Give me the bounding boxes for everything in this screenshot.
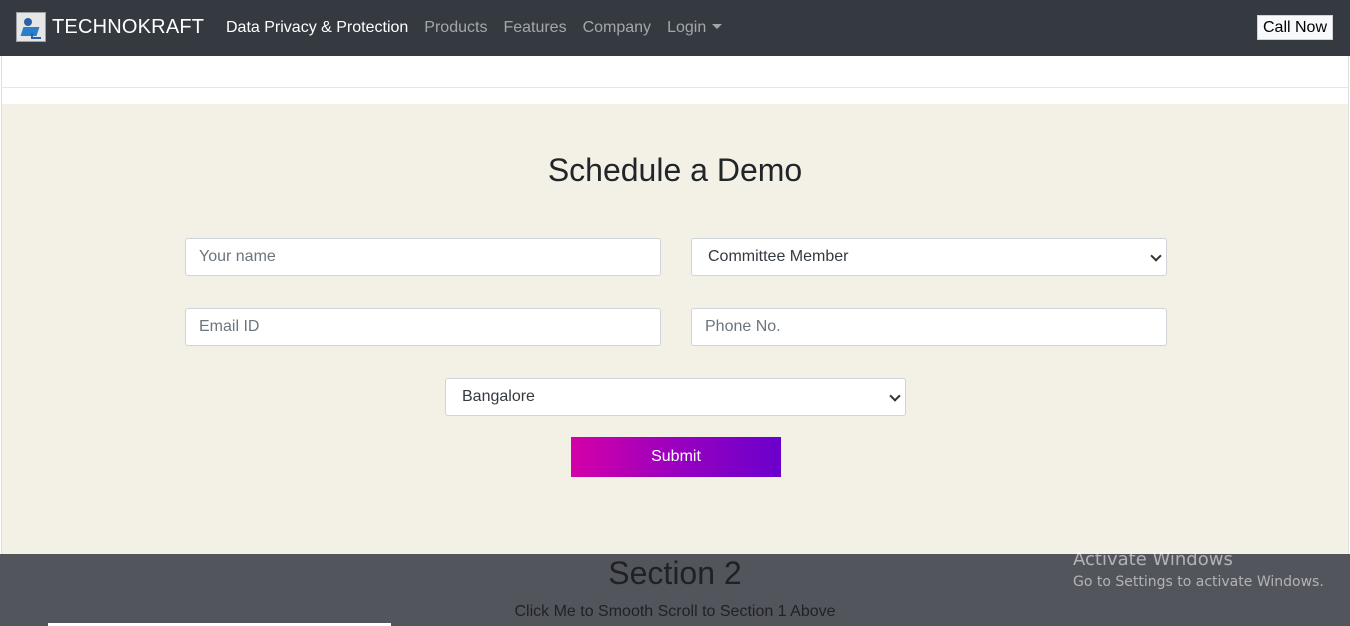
nav-link-company[interactable]: Company — [575, 19, 659, 37]
caret-down-icon — [712, 24, 723, 29]
phone-input[interactable] — [691, 308, 1167, 346]
chevron-down-icon — [1150, 250, 1162, 262]
demo-title: Schedule a Demo — [547, 152, 803, 188]
empty-row-bottom — [1, 88, 1349, 104]
role-select-value: Committee Member — [708, 248, 849, 265]
submit-button[interactable]: Submit — [571, 437, 781, 477]
chevron-down-icon — [889, 390, 901, 402]
nav-link-features[interactable]: Features — [495, 19, 574, 37]
watermark-subtitle: Go to Settings to activate Windows. — [1073, 574, 1324, 590]
city-select-value: Bangalore — [462, 388, 535, 405]
brand-link[interactable]: TECHNOKRAFT — [16, 12, 204, 42]
call-now-button[interactable]: Call Now — [1257, 15, 1333, 40]
city-select[interactable]: Bangalore — [445, 378, 906, 416]
brand-name: TECHNOKRAFT — [52, 16, 205, 38]
nav-link-login-dropdown[interactable]: Login — [659, 19, 730, 37]
nav-links: Data Privacy & Protection Products Featu… — [218, 0, 730, 56]
name-input[interactable] — [185, 238, 661, 276]
empty-row-top — [1, 56, 1349, 88]
role-select[interactable]: Committee Member — [691, 238, 1167, 276]
nav-link-login-label: Login — [667, 19, 707, 36]
nav-link-products[interactable]: Products — [416, 19, 495, 37]
watermark-title: Activate Windows — [1073, 549, 1233, 570]
smooth-scroll-link[interactable]: Click Me to Smooth Scroll to Section 1 A… — [0, 603, 1350, 621]
nav-link-data-privacy[interactable]: Data Privacy & Protection — [218, 19, 416, 37]
top-navbar: TECHNOKRAFT Data Privacy & Protection Pr… — [0, 0, 1350, 56]
email-input[interactable] — [185, 308, 661, 346]
activate-windows-watermark: Activate Windows Go to Settings to activ… — [1073, 549, 1324, 593]
schedule-demo-section: Schedule a Demo Committee Member Bangalo… — [1, 104, 1349, 554]
brand-logo-icon — [16, 12, 46, 42]
